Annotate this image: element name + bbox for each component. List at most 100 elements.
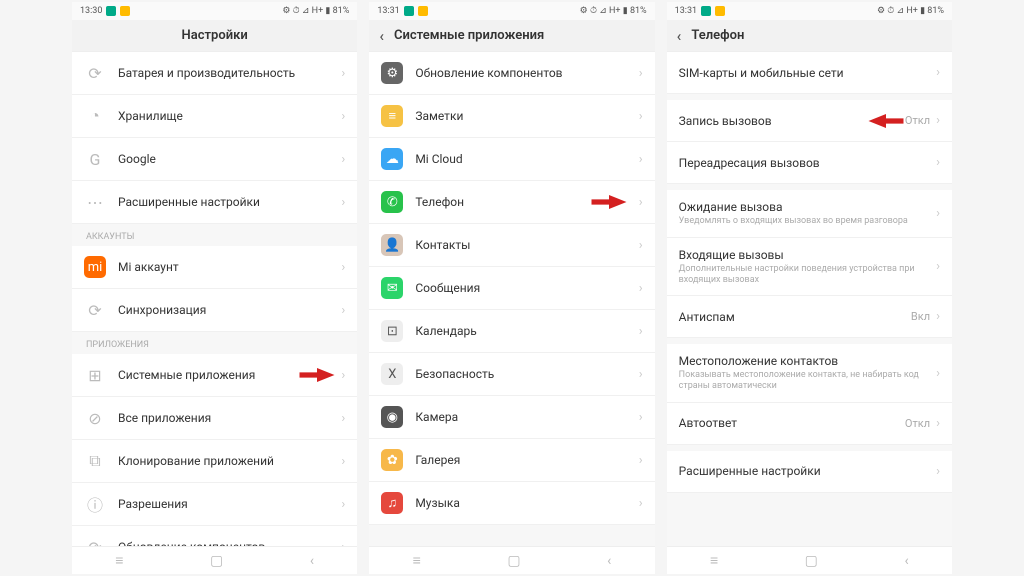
status-bar: 13:31 ⚙ ⏱ ⊿ H+ ▮ 81% [667, 2, 952, 20]
chevron-right-icon: › [936, 65, 940, 80]
settings-row[interactable]: ⟳Батарея и производительность› [72, 52, 357, 95]
row-label: SIM-карты и мобильные сети [679, 66, 930, 80]
settings-row[interactable]: miMi аккаунт› [72, 246, 357, 289]
settings-row[interactable]: Местоположение контактовПоказывать место… [667, 344, 952, 403]
settings-row[interactable]: GGoogle› [72, 138, 357, 181]
chevron-right-icon: › [936, 155, 940, 170]
row-subtitle: Показывать местоположение контакта, не н… [679, 370, 930, 392]
settings-row[interactable]: Ожидание вызоваУведомлять о входящих выз… [667, 190, 952, 238]
row-icon: ⋯ [84, 191, 106, 213]
row-icon: ⊞ [84, 364, 106, 386]
settings-row[interactable]: АнтиспамВкл› [667, 296, 952, 338]
chevron-right-icon: › [639, 152, 643, 167]
settings-row[interactable]: АвтоответОткл › [667, 403, 952, 445]
row-label: Заметки [415, 109, 632, 123]
settings-row[interactable]: ⧉ Клонирование приложений › [72, 440, 357, 483]
header: ‹ Системные приложения [369, 20, 654, 52]
row-label: Обновление компонентов [118, 540, 335, 546]
settings-row[interactable]: SIM-карты и мобильные сети › [667, 52, 952, 94]
content[interactable]: SIM-карты и мобильные сети › Запись вызово… [667, 52, 952, 546]
row-value: Откл [905, 417, 930, 430]
settings-row[interactable]: Входящие вызовыДополнительные настройки … [667, 238, 952, 297]
content[interactable]: ⚙Обновление компонентов›≡Заметки›☁Mi Clo… [369, 52, 654, 546]
row-icon: X [381, 363, 403, 385]
row-label: Запись вызовов [679, 114, 905, 128]
row-label: Входящие вызовы [679, 248, 930, 262]
home-icon[interactable]: ▢ [805, 553, 818, 569]
status-right: ⚙ ⏱ ⊿ H+ ▮ 81% [282, 6, 349, 16]
back-icon[interactable]: ‹ [310, 553, 314, 569]
row-label: Безопасность [415, 367, 632, 381]
settings-row[interactable]: ≡Заметки› [369, 95, 654, 138]
settings-row[interactable]: ⋯Расширенные настройки› [72, 181, 357, 224]
row-label: Телефон [415, 195, 632, 209]
row-icon: ✆ [381, 191, 403, 213]
settings-row[interactable]: Переадресация вызовов › [667, 142, 952, 184]
row-label: Переадресация вызовов [679, 156, 930, 170]
chevron-right-icon: › [341, 152, 345, 167]
chevron-right-icon: › [341, 454, 345, 469]
chevron-right-icon: › [639, 66, 643, 81]
row-icon: ◉ [381, 406, 403, 428]
recents-icon[interactable]: ≡ [115, 552, 123, 569]
row-label: Синхронизация [118, 303, 335, 317]
settings-row[interactable]: ♫ Музыка › [369, 482, 654, 525]
back-icon[interactable]: ‹ [677, 27, 682, 45]
settings-row[interactable]: ⊡Календарь› [369, 310, 654, 353]
back-icon[interactable]: ‹ [379, 27, 384, 45]
navbar: ≡ ▢ ‹ [369, 546, 654, 574]
settings-row[interactable]: ⚙Обновление компонентов› [369, 52, 654, 95]
back-icon[interactable]: ‹ [904, 553, 908, 569]
chevron-right-icon: › [639, 410, 643, 425]
settings-row[interactable]: Расширенные настройки› [667, 451, 952, 493]
status-right: ⚙ ⏱ ⊿ H+ ▮ 81% [877, 6, 944, 16]
row-label: Автоответ [679, 416, 905, 430]
row-label: Mi Cloud [415, 152, 632, 166]
back-icon[interactable]: ‹ [607, 553, 611, 569]
row-icon: ♫ [381, 492, 403, 514]
content[interactable]: ⟳Батарея и производительность›◔Хранилище… [72, 52, 357, 546]
chevron-right-icon: › [341, 109, 345, 124]
row-label: Батарея и производительность [118, 66, 335, 80]
settings-row[interactable]: ⟳Синхронизация› [72, 289, 357, 332]
chevron-right-icon: › [639, 367, 643, 382]
chevron-right-icon: › [639, 496, 643, 511]
row-label: Ожидание вызова [679, 200, 930, 214]
row-label: Обновление компонентов [415, 66, 632, 80]
chevron-right-icon: › [936, 416, 940, 431]
row-icon: ⧉ [84, 450, 106, 472]
recents-icon[interactable]: ≡ [413, 552, 421, 569]
settings-row[interactable]: ◔Хранилище› [72, 95, 357, 138]
settings-row[interactable]: ◉Камера› [369, 396, 654, 439]
settings-row[interactable]: Запись вызововОткл› [667, 100, 952, 142]
settings-row[interactable]: ⟳Обновление компонентов› [72, 526, 357, 546]
settings-row[interactable]: ✿Галерея› [369, 439, 654, 482]
settings-row[interactable]: 👤Контакты› [369, 224, 654, 267]
row-icon: ◔ [84, 105, 106, 127]
clock: 13:30 [80, 6, 102, 16]
home-icon[interactable]: ▢ [507, 553, 520, 569]
indicator-icon [715, 6, 725, 16]
settings-row[interactable]: ✆Телефон› [369, 181, 654, 224]
row-label: Клонирование приложений [118, 454, 335, 468]
row-label: Музыка [415, 496, 632, 510]
section-accounts: АККАУНТЫ [72, 224, 357, 246]
row-label: Расширенные настройки [679, 464, 930, 478]
row-icon: G [84, 148, 106, 170]
row-label: Разрешения [118, 497, 335, 511]
row-icon: mi [84, 256, 106, 278]
recents-icon[interactable]: ≡ [710, 552, 718, 569]
row-value: Откл [905, 114, 930, 127]
settings-row[interactable]: ⓘРазрешения› [72, 483, 357, 526]
settings-row[interactable]: ☁Mi Cloud› [369, 138, 654, 181]
settings-row[interactable]: ✉Сообщения› [369, 267, 654, 310]
settings-row[interactable]: ⊞Системные приложения› [72, 354, 357, 397]
row-icon: ⊘ [84, 407, 106, 429]
row-icon: ✉ [381, 277, 403, 299]
home-icon[interactable]: ▢ [210, 553, 223, 569]
row-icon: 👤 [381, 234, 403, 256]
page-title: Настройки [182, 28, 248, 43]
settings-row[interactable]: X Безопасность › [369, 353, 654, 396]
settings-row[interactable]: ⊘Все приложения› [72, 397, 357, 440]
header: Настройки [72, 20, 357, 52]
